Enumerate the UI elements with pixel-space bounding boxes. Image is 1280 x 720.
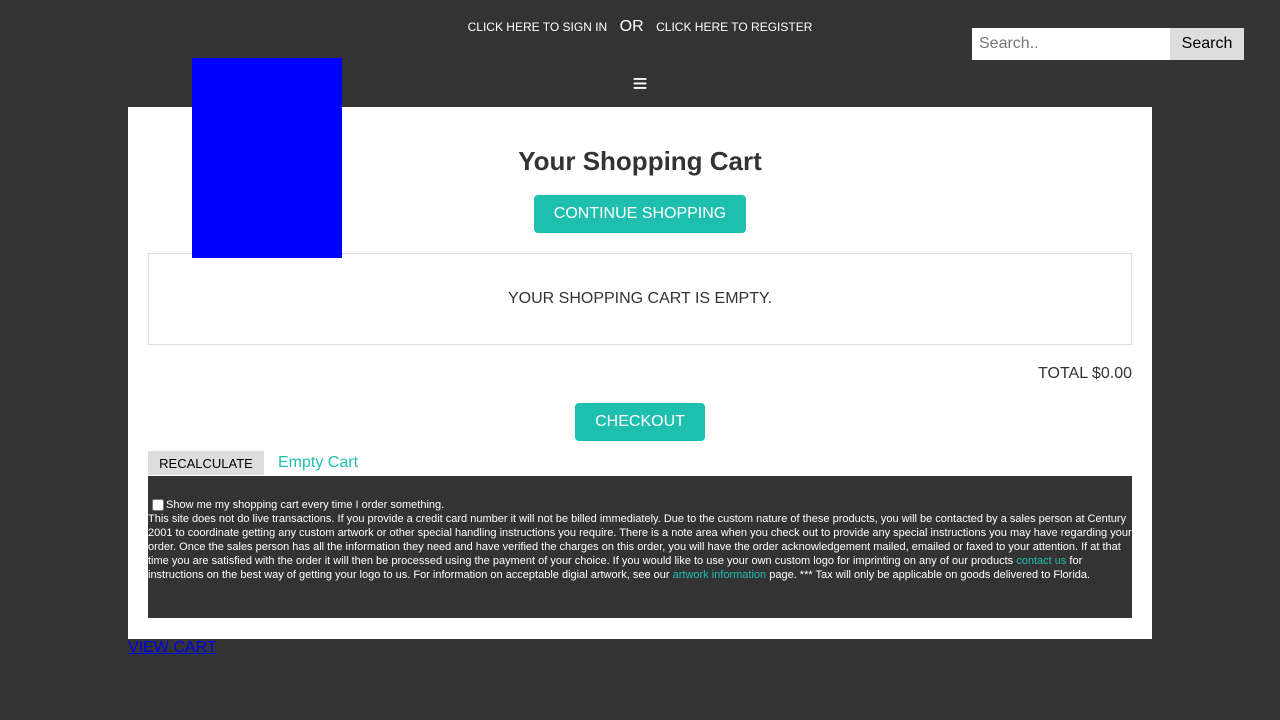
order-notice: Show me my shopping cart every time I or… [148, 476, 1132, 618]
page-title: Your Shopping Cart [518, 141, 762, 181]
empty-cart-message: YOUR SHOPPING CART IS EMPTY. [148, 253, 1132, 345]
search-input[interactable] [972, 28, 1170, 60]
checkout-button[interactable]: CHECKOUT [575, 403, 705, 441]
sign-in-link[interactable]: CLICK HERE TO SIGN IN [468, 20, 608, 34]
search-form: Search [972, 28, 1244, 60]
show-cart-label: Show me my shopping cart every time I or… [166, 499, 445, 511]
cart-title: Your Shopping Cart [518, 146, 762, 176]
cart-total: TOTAL $0.00 [1038, 365, 1132, 382]
contact-us-link[interactable]: contact us [1016, 555, 1066, 567]
empty-cart-link[interactable]: Empty Cart [278, 454, 358, 472]
continue-shopping-button[interactable]: CONTINUE SHOPPING [534, 195, 746, 233]
artwork-information-link[interactable]: artwork information [673, 569, 767, 581]
show-cart-checkbox[interactable] [152, 499, 164, 512]
register-link[interactable]: CLICK HERE TO REGISTER [656, 20, 812, 34]
notice-text-3: page. *** Tax will only be applicable on… [766, 569, 1091, 581]
or-separator: OR [619, 18, 644, 35]
site-logo[interactable] [192, 58, 342, 258]
view-cart-link[interactable]: VIEW CART [128, 639, 217, 657]
search-button[interactable]: Search [1170, 28, 1244, 60]
hamburger-menu-icon[interactable]: ≡ [632, 68, 647, 98]
notice-text-1: This site does not do live transactions.… [148, 513, 1132, 567]
recalculate-button[interactable]: RECALCULATE [148, 451, 264, 475]
